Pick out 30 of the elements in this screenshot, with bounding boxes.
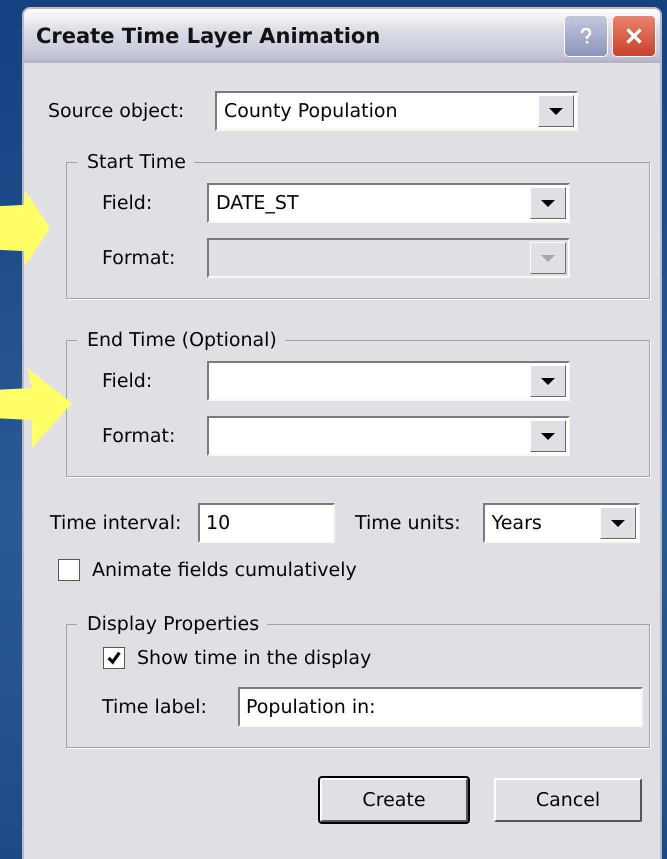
units-dropdown[interactable]: Years [482, 503, 640, 543]
group-title: Display Properties [86, 613, 260, 635]
arrow-icon [0, 368, 72, 448]
dropdown-field[interactable] [207, 416, 570, 456]
field-label: Format: [101, 425, 176, 447]
group-title: End Time (Optional) [86, 329, 278, 351]
checkbox-label: Show time in the display [137, 647, 372, 669]
interval-input[interactable]: 10 [198, 503, 335, 543]
window-title: Create Time Layer Animation [36, 24, 382, 48]
field-label: Time units: [355, 512, 461, 534]
field-label: Time label: [101, 696, 208, 718]
dropdown-field[interactable]: DATE_ST [207, 183, 570, 223]
close-button[interactable] [612, 15, 656, 57]
dropdown-field[interactable] [207, 361, 570, 401]
field-label: Format: [101, 247, 176, 269]
time-label-input[interactable]: Population in: [238, 687, 643, 727]
dialog-button[interactable]: Create [320, 778, 468, 822]
checkbox[interactable] [58, 559, 80, 581]
field-label: Field: [101, 192, 154, 214]
checkmark-icon [106, 650, 122, 666]
field-label: Source object: [48, 100, 186, 122]
dialog-button[interactable]: Cancel [494, 778, 642, 822]
field-label: Time interval: [50, 512, 182, 534]
arrow-icon [0, 188, 50, 268]
field-label: Field: [101, 370, 154, 392]
checkbox-label: Animate fields cumulatively [92, 559, 357, 581]
group-title: Start Time [86, 151, 187, 173]
help-button[interactable] [564, 15, 608, 57]
source-dropdown[interactable]: County Population [215, 91, 578, 131]
checkbox[interactable] [103, 647, 125, 669]
